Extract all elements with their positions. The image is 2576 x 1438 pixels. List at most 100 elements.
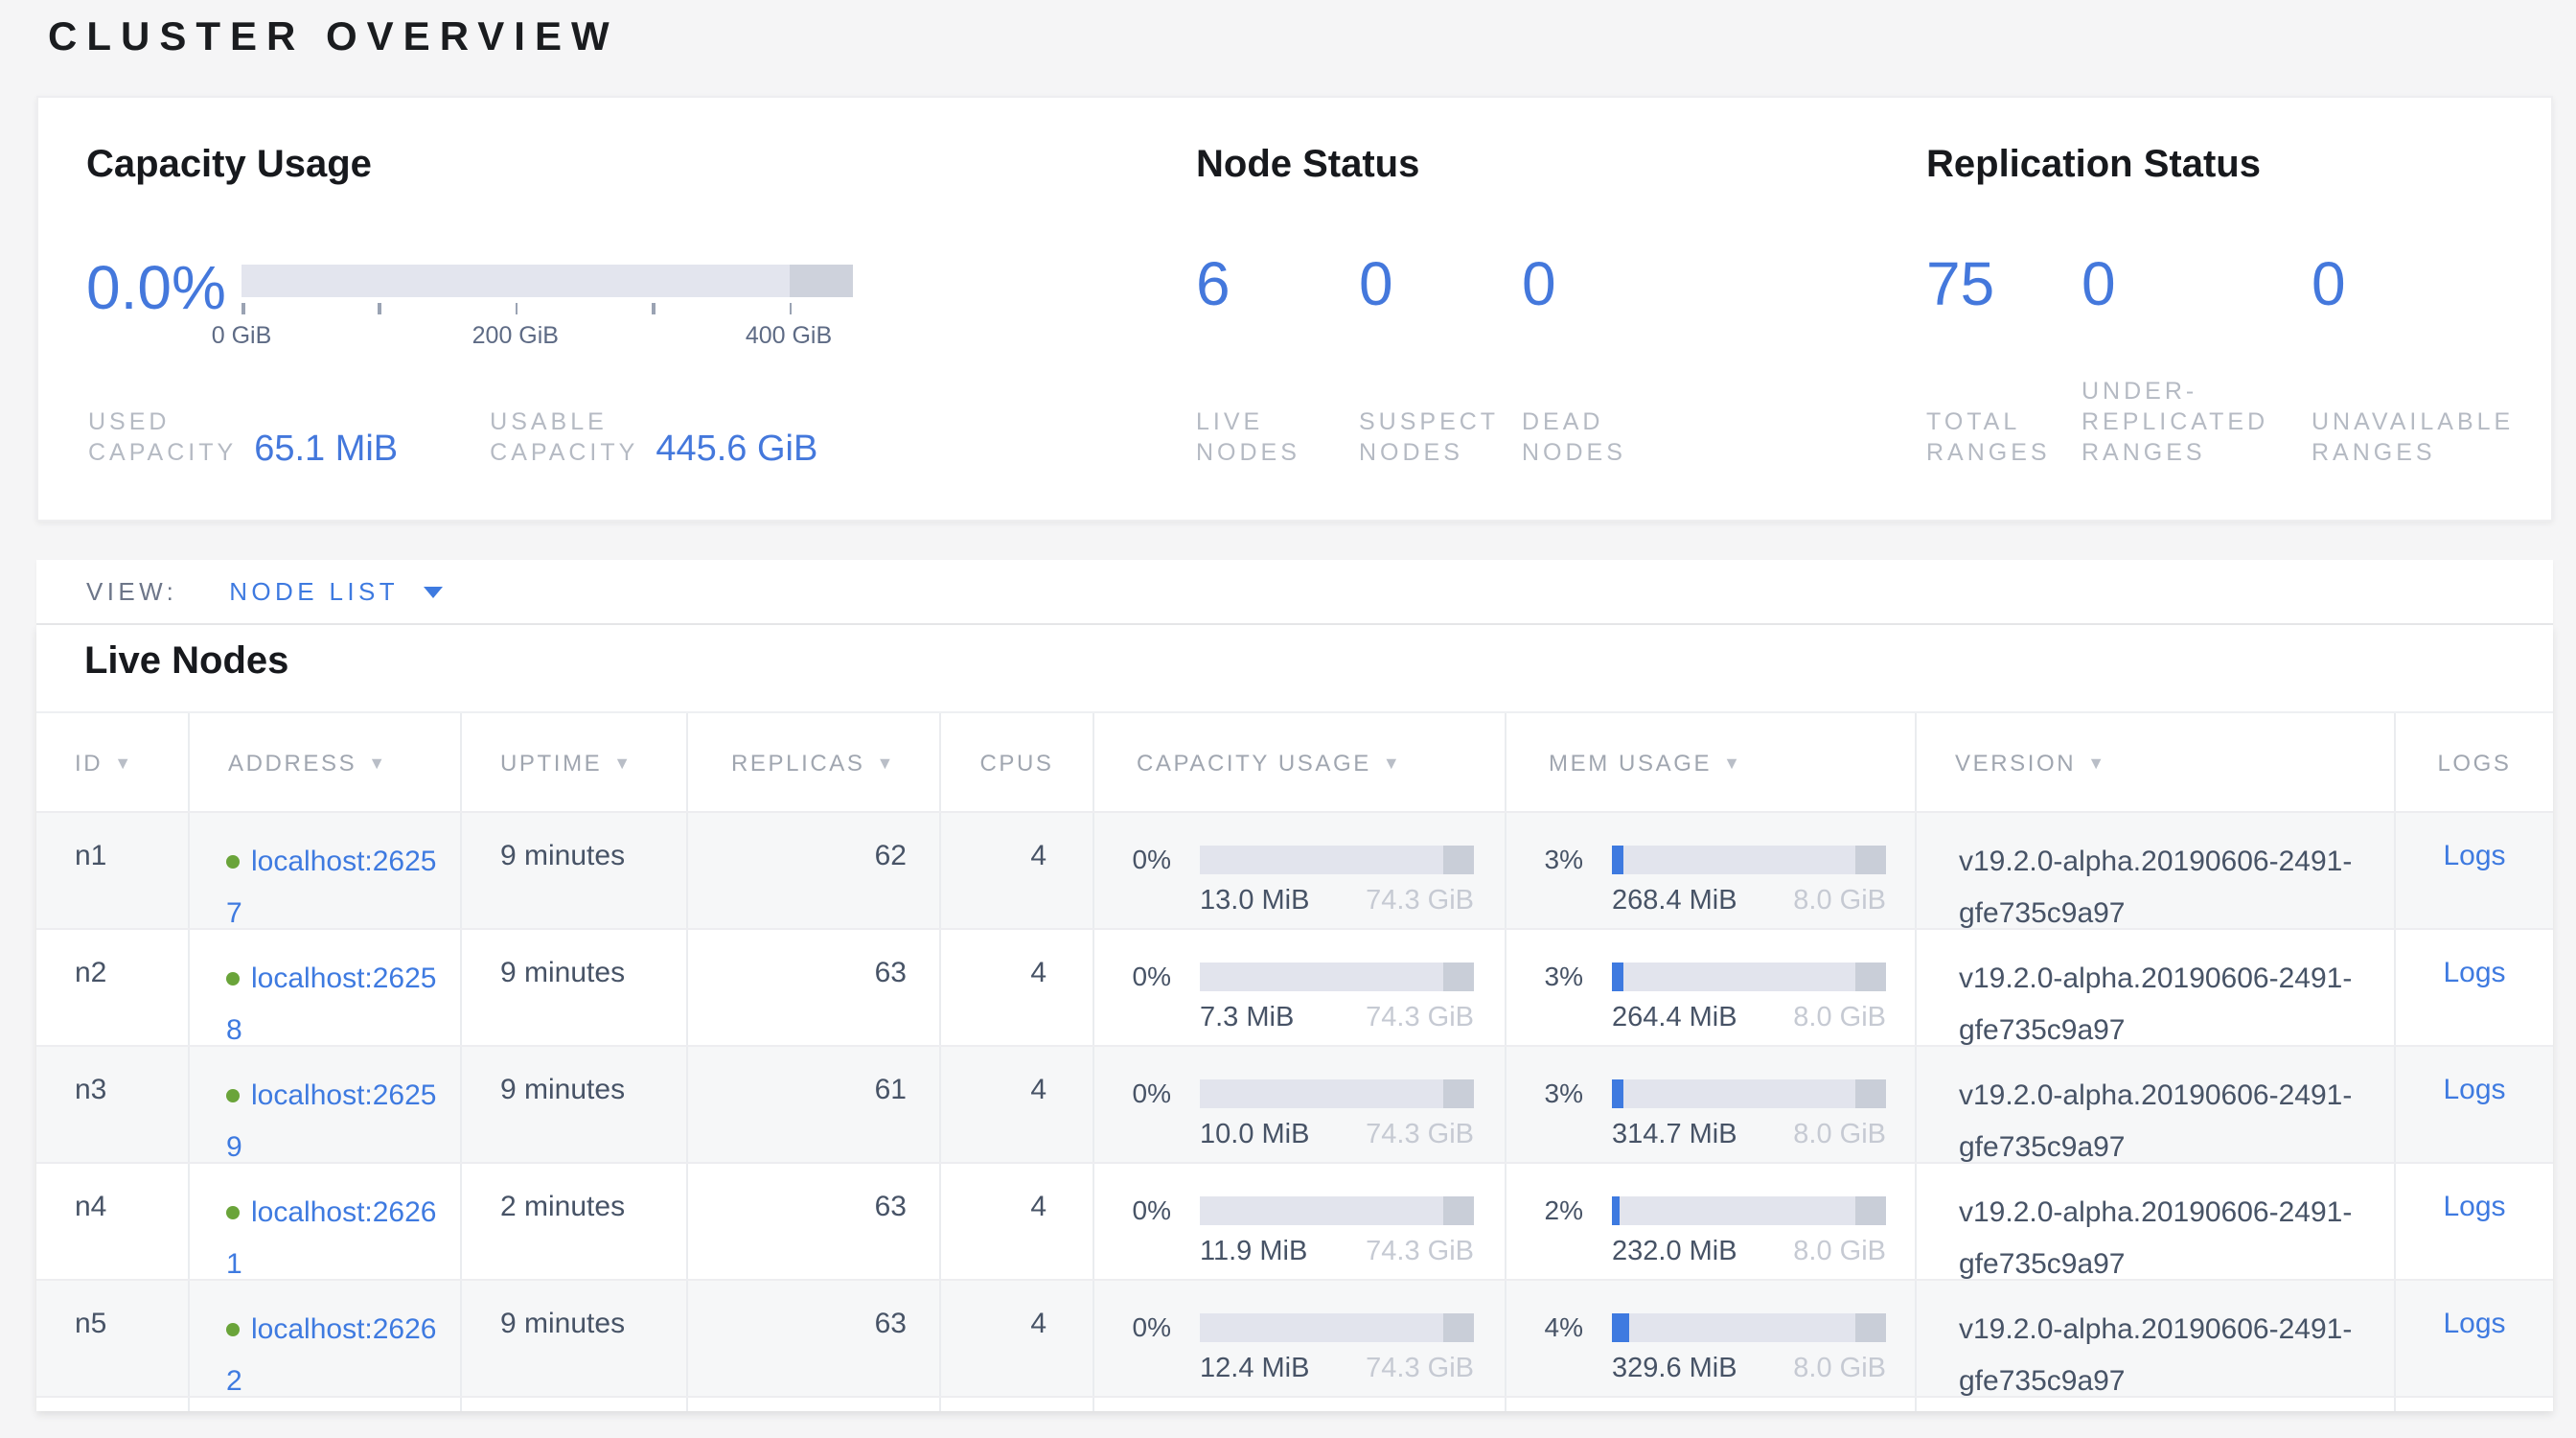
logs-link[interactable]: Logs [2443,840,2505,872]
capacity-gauge-endcap [789,265,853,297]
mem-usage-cell: 3%314.7 MiB8.0 GiB [1506,1047,1917,1162]
column-header-memory[interactable]: MEM USAGE▼ [1506,713,1917,811]
node-status-section: Node Status 6LIVE NODES0SUSPECT NODES0DE… [1196,98,1857,520]
mem-usage-cell-meter: 3% [1506,963,1915,991]
cpus-cell: 4 [941,930,1094,1045]
empty-cell [1094,1398,1506,1411]
version-text: v19.2.0-alpha.20190606-2491-gfe735c9a97 [1959,1070,2394,1173]
view-dropdown[interactable]: NODE LIST [229,577,399,606]
mem-usage-cell-total-value: 8.0 GiB [1793,1354,1886,1384]
replicas-cell: 63 [688,930,941,1045]
mem-usage-cell-values: 268.4 MiB8.0 GiB [1612,886,1886,916]
capacity-usage-cell-values: 10.0 MiB74.3 GiB [1200,1120,1474,1150]
logs-link[interactable]: Logs [2443,1074,2505,1106]
mem-usage-cell: 4%329.6 MiB8.0 GiB [1506,1281,1917,1396]
mem-usage-cell-used-value: 268.4 MiB [1612,886,1737,916]
column-header-id[interactable]: ID▼ [36,713,190,811]
capacity-usage-cell-total-value: 74.3 GiB [1366,886,1474,916]
capacity-usage-cell-meter: 0% [1094,1196,1505,1225]
mem-usage-cell-percent: 3% [1506,1079,1583,1108]
chevron-down-icon[interactable] [424,586,443,597]
node-address-cell: localhost:26259 [190,1047,462,1162]
capacity-stat-value: 445.6 GiB [656,429,817,472]
capacity-usage-cell-bar [1200,1196,1474,1225]
uptime-cell: 9 minutes [462,1047,688,1162]
node-status-title: Node Status [1196,144,1419,188]
empty-cell [190,1398,462,1411]
sort-arrow-icon: ▼ [613,753,632,772]
axis-tick-label: 400 GiB [746,322,832,349]
replication-stat-value: 0 [2082,251,2312,316]
logs-link[interactable]: Logs [2443,1308,2505,1340]
column-header-label: UPTIME [500,749,602,776]
capacity-usage-cell-meter: 0% [1094,1313,1505,1342]
mem-usage-cell-values: 232.0 MiB8.0 GiB [1612,1237,1886,1267]
table-row: n3localhost:262599 minutes6140%10.0 MiB7… [36,1045,2553,1162]
mem-usage-cell-percent: 3% [1506,963,1583,991]
node-id-cell: n4 [36,1164,190,1279]
node-stat-label: DEAD NODES [1522,406,1685,468]
axis-tick [789,303,792,314]
logs-cell: Logs [2396,1281,2553,1396]
logs-link[interactable]: Logs [2443,1191,2505,1223]
capacity-usage-cell-total-value: 74.3 GiB [1366,1120,1474,1150]
capacity-usage-cell-bar-endcap [1443,963,1474,991]
empty-cell [2396,1398,2553,1411]
mem-usage-cell-bar [1612,1196,1886,1225]
replication-status-section: Replication Status 75TOTAL RANGES0UNDER-… [1926,98,2576,520]
sort-arrow-icon: ▼ [368,753,387,772]
column-header-version[interactable]: VERSION▼ [1917,713,2396,811]
capacity-usage-cell: 0%11.9 MiB74.3 GiB [1094,1164,1506,1279]
capacity-usage-cell: 0%13.0 MiB74.3 GiB [1094,813,1506,928]
node-address-link[interactable]: localhost:26258 [226,963,437,1047]
capacity-usage-cell-bar-endcap [1443,1313,1474,1342]
uptime-cell: 9 minutes [462,1281,688,1396]
cluster-summary-panel: Capacity Usage 0.0% 0 GiB200 GiB400 GiB … [36,96,2553,522]
empty-cell [1506,1398,1917,1411]
version-cell: v19.2.0-alpha.20190606-2491-gfe735c9a97 [1917,930,2396,1045]
capacity-usage-cell: 0%10.0 MiB74.3 GiB [1094,1047,1506,1162]
logs-link[interactable]: Logs [2443,957,2505,989]
mem-usage-cell-percent: 3% [1506,846,1583,874]
capacity-usage-cell-used-value: 7.3 MiB [1200,1003,1294,1033]
capacity-stat: USABLE CAPACITY445.6 GiB [490,406,817,468]
table-row-partial [36,1396,2553,1411]
node-address-link[interactable]: localhost:26262 [226,1313,437,1398]
column-header-logs: LOGS [2396,713,2553,811]
column-header-label: MEM USAGE [1549,749,1712,776]
replication-stat-label: TOTAL RANGES [1926,406,2082,468]
table-row: n4localhost:262612 minutes6340%11.9 MiB7… [36,1162,2553,1279]
mem-usage-cell-bar [1612,1079,1886,1108]
axis-tick [379,303,381,314]
column-header-label: ADDRESS [228,749,356,776]
version-text: v19.2.0-alpha.20190606-2491-gfe735c9a97 [1959,953,2394,1056]
mem-usage-cell-bar [1612,846,1886,874]
version-cell: v19.2.0-alpha.20190606-2491-gfe735c9a97 [1917,1281,2396,1396]
column-header-uptime[interactable]: UPTIME ▼ [462,713,688,811]
node-address-link[interactable]: localhost:26257 [226,846,437,930]
node-address-link[interactable]: localhost:26261 [226,1196,437,1281]
column-header-capacity[interactable]: CAPACITY USAGE▼ [1094,713,1506,811]
node-status-stats: 6LIVE NODES0SUSPECT NODES0DEAD NODES [1196,251,1685,468]
capacity-gauge-bar [242,265,853,297]
live-status-dot-icon [226,855,240,869]
mem-usage-cell-percent: 2% [1506,1196,1583,1225]
mem-usage-cell-bar-endcap [1855,963,1886,991]
column-header-cpus: CPUS [941,713,1094,811]
uptime-cell: 9 minutes [462,813,688,928]
cpus-cell: 4 [941,1047,1094,1162]
sort-arrow-icon: ▼ [877,753,896,772]
column-header-address[interactable]: ADDRESS ▼ [190,713,462,811]
cpus-cell: 4 [941,1164,1094,1279]
replication-stat: 75TOTAL RANGES [1926,251,2082,468]
capacity-usage-cell: 0%7.3 MiB74.3 GiB [1094,930,1506,1045]
capacity-stat-label: USED CAPACITY [88,406,237,468]
capacity-usage-cell-meter: 0% [1094,963,1505,991]
logs-cell: Logs [2396,813,2553,928]
mem-usage-cell-used-value: 329.6 MiB [1612,1354,1737,1384]
column-header-replicas[interactable]: REPLICAS▼ [688,713,941,811]
capacity-usage-cell-bar [1200,963,1474,991]
mem-usage-cell-used-value: 232.0 MiB [1612,1237,1737,1267]
live-status-dot-icon [226,972,240,986]
node-address-link[interactable]: localhost:26259 [226,1079,437,1164]
